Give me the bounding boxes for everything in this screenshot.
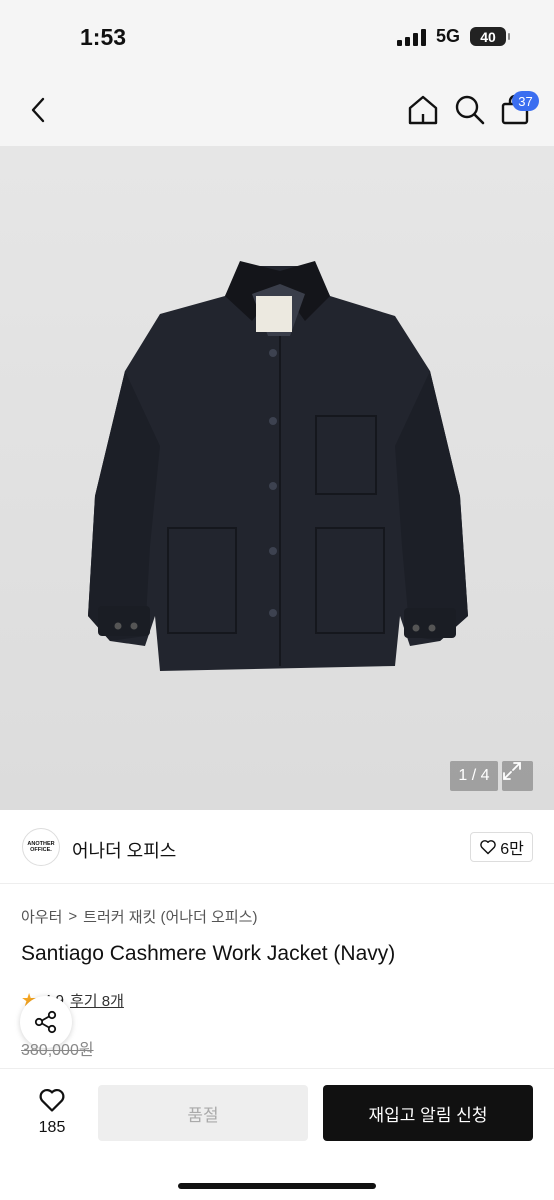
breadcrumb-category[interactable]: 아우터 bbox=[21, 906, 62, 927]
status-indicators: 5G 40 bbox=[396, 26, 510, 47]
search-button[interactable] bbox=[452, 92, 488, 128]
brand-row[interactable]: ANOTHER OFFICE. 어나더 오피스 6만 bbox=[0, 810, 554, 884]
brand-logo: ANOTHER OFFICE. bbox=[22, 828, 60, 866]
breadcrumb-separator: > bbox=[68, 908, 78, 925]
status-bar: 1:53 5G 40 bbox=[0, 0, 554, 76]
brand-logo-line2: OFFICE. bbox=[30, 847, 52, 853]
home-indicator bbox=[178, 1183, 376, 1189]
brand-like-button[interactable]: 6만 bbox=[470, 832, 533, 862]
expand-icon bbox=[503, 762, 521, 780]
expand-button[interactable] bbox=[502, 761, 533, 791]
review-count-link[interactable]: 후기 8개 bbox=[70, 990, 124, 1011]
heart-icon bbox=[480, 840, 496, 855]
heart-icon bbox=[39, 1088, 65, 1112]
soldout-button[interactable]: 품절 bbox=[98, 1085, 308, 1141]
chevron-left-icon bbox=[31, 97, 45, 123]
product-image-gallery[interactable]: 1 / 4 bbox=[0, 146, 554, 810]
brand-name[interactable]: 어나더 오피스 bbox=[72, 837, 176, 863]
signal-icon bbox=[396, 28, 426, 46]
original-price: 380,000원 bbox=[21, 1042, 94, 1059]
product-title: Santiago Cashmere Work Jacket (Navy) bbox=[21, 942, 396, 965]
home-button[interactable] bbox=[405, 92, 441, 128]
battery-level: 40 bbox=[480, 28, 496, 45]
image-counter: 1 / 4 bbox=[450, 761, 498, 791]
wishlist-count: 185 bbox=[38, 1119, 66, 1136]
bottom-action-bar: 185 품절 재입고 알림 신청 bbox=[0, 1068, 554, 1200]
brand-like-count: 6만 bbox=[500, 841, 524, 858]
restock-alert-button[interactable]: 재입고 알림 신청 bbox=[323, 1085, 533, 1141]
network-type: 5G bbox=[435, 26, 460, 46]
search-icon bbox=[455, 95, 485, 125]
battery-icon: 40 bbox=[470, 27, 510, 46]
breadcrumb-subcategory[interactable]: 트러커 재킷 (어나더 오피스) bbox=[83, 906, 257, 927]
top-nav bbox=[0, 76, 554, 146]
breadcrumb: 아우터 > 트러커 재킷 (어나더 오피스) bbox=[21, 906, 257, 927]
status-time: 1:53 bbox=[80, 24, 127, 50]
home-icon bbox=[408, 95, 438, 125]
wishlist-button[interactable]: 185 bbox=[26, 1087, 78, 1147]
product-image bbox=[88, 261, 468, 671]
back-button[interactable] bbox=[20, 92, 56, 128]
cart-count-badge: 37 bbox=[512, 91, 539, 111]
share-icon bbox=[34, 1010, 57, 1034]
